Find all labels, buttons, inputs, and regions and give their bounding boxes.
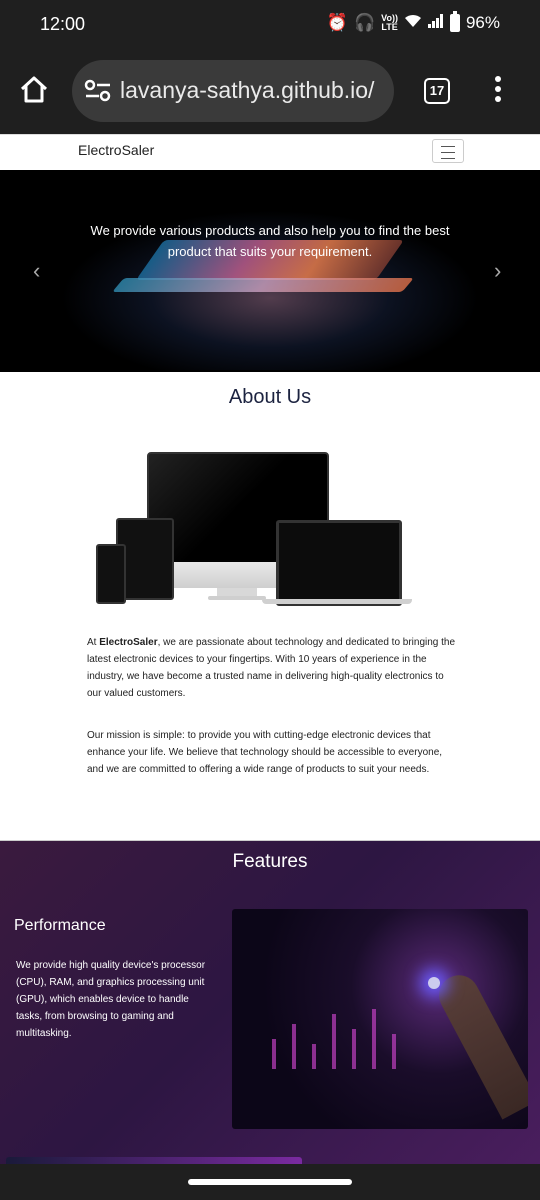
about-p1-prefix: At [87,637,100,648]
url-text[interactable]: lavanya-sathya.github.io/ [120,77,374,104]
site-settings-icon[interactable] [84,79,112,103]
chart-bar [272,1039,276,1069]
phone-image [96,544,126,604]
chart-bar [392,1034,396,1069]
system-nav-bar [0,1164,540,1200]
battery-percent: 96% [465,13,500,32]
home-icon [20,76,48,103]
alarm-icon: ⏰ [326,13,348,32]
wifi-icon [404,13,422,33]
features-section: Features Performance We provide high qua… [0,840,540,1164]
about-title: About Us [228,386,312,408]
status-time: 12:00 [40,14,86,34]
chart-bar [372,1009,376,1069]
browser-toolbar: lavanya-sathya.github.io/ 17 [0,50,540,134]
about-p1-brand: ElectroSaler [99,637,158,648]
touch-glow [428,977,440,989]
chart-bar [312,1044,316,1069]
laptop-image [276,520,402,606]
chart-bar [292,1024,296,1069]
hero-caption: We provide various products and also hel… [90,223,450,259]
carousel-next-button[interactable]: › [494,258,501,284]
feature-image [232,909,528,1129]
volte-icon: Vo)) LTE [381,14,398,32]
gesture-handle[interactable] [188,1179,352,1185]
address-bar[interactable]: lavanya-sathya.github.io/ [72,60,394,122]
more-options-button[interactable] [486,76,510,106]
laptop-base [262,599,412,604]
hero-laptop-base [112,278,414,292]
brand-link[interactable]: ElectroSaler [78,142,154,158]
feature-text: We provide high quality device's process… [16,960,206,1039]
web-page: ElectroSaler We provide various products… [0,134,540,1164]
chart-bar [332,1014,336,1069]
navbar-toggle-button[interactable] [432,139,464,163]
status-icons: ⏰ 🎧 Vo)) LTE 96% [326,11,500,33]
about-paragraph-2: Our mission is simple: to provide you wi… [87,730,443,775]
monitor-foot [208,596,266,600]
tab-switcher-button[interactable]: 17 [424,78,450,104]
feature-heading: Performance [14,917,106,934]
devices-image [90,444,430,614]
home-button[interactable] [18,74,54,110]
hero-carousel: We provide various products and also hel… [0,170,540,372]
features-title: Features [232,851,308,872]
battery-icon [449,11,460,32]
chart-bar [352,1029,356,1069]
status-bar: 12:00 ⏰ 🎧 Vo)) LTE 96% [0,0,540,50]
volte-label-bottom: LTE [381,22,398,32]
site-navbar: ElectroSaler [0,134,540,171]
about-paragraph-1: At ElectroSaler, we are passionate about… [87,634,457,702]
next-feature-strip [6,1157,302,1164]
headphones-icon: 🎧 [353,13,376,32]
carousel-prev-button[interactable]: ‹ [33,258,40,284]
signal-icon [427,13,444,33]
finger-image [432,968,528,1120]
